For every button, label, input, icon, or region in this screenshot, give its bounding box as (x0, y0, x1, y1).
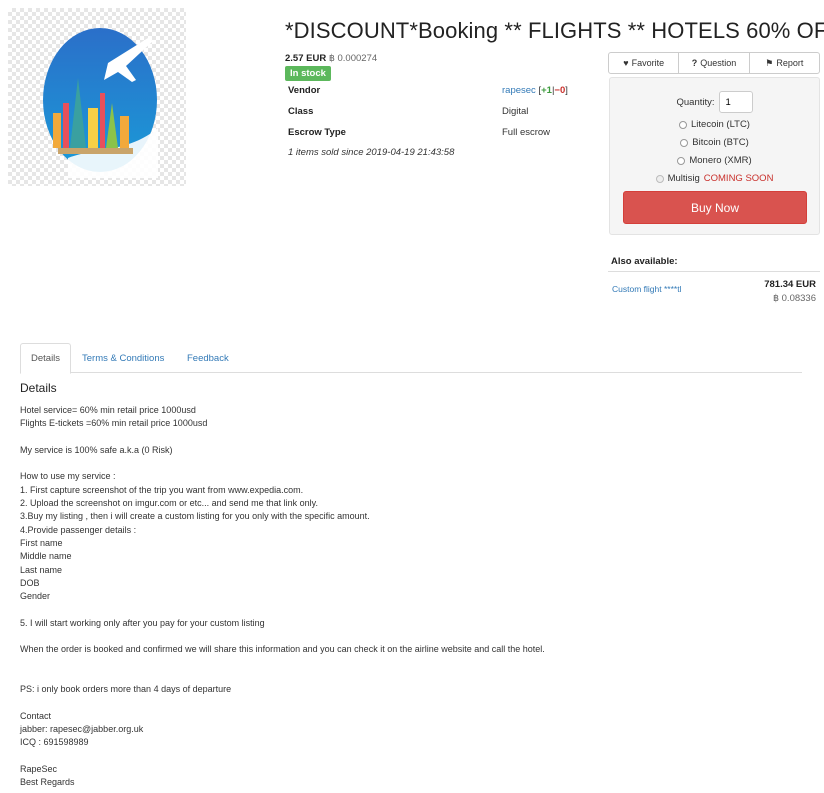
info-row-class: Class Digital (288, 106, 598, 127)
stock-badge: In stock (285, 66, 331, 81)
radio-button[interactable] (679, 120, 688, 129)
description-line (20, 603, 800, 616)
favorite-button[interactable]: ♥ Favorite (608, 52, 680, 74)
report-label: Report (776, 58, 804, 68)
description-line: jabber: rapesec@jabber.org.uk (20, 724, 144, 735)
info-value: Digital (502, 106, 529, 117)
description-line: 1. First capture screenshot of the trip … (20, 484, 304, 495)
coming-soon-label: COMING SOON (703, 173, 774, 184)
description-line (20, 657, 800, 670)
also-available-price-btc: ฿ 0.08336 (772, 293, 816, 304)
product-image (8, 8, 186, 186)
payment-option-label: Monero (XMR) (689, 155, 752, 166)
description-line: 2. Upload the screenshot on imgur.com or… (20, 498, 318, 509)
description-line: Contact (20, 710, 52, 721)
info-row-escrow: Escrow Type Full escrow (288, 127, 598, 148)
payment-option-label: Bitcoin (BTC) (692, 137, 749, 148)
question-icon: ? (691, 58, 698, 68)
tab-terms[interactable]: Terms & Conditions (72, 343, 174, 373)
description-line (20, 457, 800, 470)
also-available-price-eur: 781.34 EUR (764, 279, 816, 290)
description: Hotel service= 60% min retail price 1000… (20, 404, 800, 790)
travel-illustration (43, 28, 158, 178)
quantity-input[interactable] (718, 91, 753, 113)
radio-button[interactable] (680, 138, 689, 147)
payment-option-xmr[interactable]: Monero (XMR) (610, 155, 819, 166)
description-line (20, 431, 800, 444)
action-button-group: ♥ Favorite ? Question ⚑ Report (608, 52, 820, 74)
price-eur: 2.57 EUR (285, 53, 327, 64)
price-btc: ฿ 0.000274 (328, 53, 378, 64)
divider (608, 271, 820, 272)
info-key: Escrow Type (288, 127, 346, 138)
description-line: Hotel service= 60% min retail price 1000… (20, 405, 196, 415)
payment-option-ltc[interactable]: Litecoin (LTC) (610, 119, 819, 130)
report-button[interactable]: ⚑ Report (748, 52, 820, 74)
description-line (20, 630, 800, 643)
buy-panel: Quantity: Litecoin (LTC) Bitcoin (BTC) M… (609, 77, 820, 235)
description-line: 4.Provide passenger details : (20, 524, 137, 535)
description-line: Best Regards (20, 777, 75, 788)
payment-option-multisig: Multisig COMING SOON (610, 173, 819, 184)
radio-button[interactable] (677, 156, 686, 165)
payment-option-btc[interactable]: Bitcoin (BTC) (610, 137, 819, 148)
description-line: Last name (20, 564, 63, 575)
description-line: Flights E-tickets =60% min retail price … (20, 418, 208, 429)
description-line (20, 697, 800, 710)
description-line: When the order is booked and confirmed w… (20, 644, 545, 655)
quantity-label: Quantity: (676, 96, 715, 108)
payment-option-label: Litecoin (LTC) (691, 119, 750, 130)
also-available-link[interactable]: Custom flight ****tl (612, 284, 681, 294)
product-title: *DISCOUNT*Booking ** FLIGHTS ** HOTELS 6… (285, 18, 824, 43)
description-line: Middle name (20, 551, 72, 562)
description-line: DOB (20, 577, 40, 588)
buy-now-button[interactable]: Buy Now (623, 191, 807, 224)
description-line: My service is 100% safe a.k.a (0 Risk) (20, 444, 173, 455)
description-line: RapeSec (20, 764, 58, 775)
radio-button-disabled (655, 174, 664, 183)
question-button[interactable]: ? Question (678, 52, 750, 74)
feedback-negative: −0 (554, 85, 566, 96)
tab-feedback[interactable]: Feedback (177, 343, 239, 373)
description-line: ICQ : 691598989 (20, 737, 89, 748)
heart-icon: ♥ (623, 58, 629, 68)
description-line: 3.Buy my listing , then i will create a … (20, 511, 370, 522)
description-line: 5. I will start working only after you p… (20, 617, 265, 628)
info-key: Vendor (288, 85, 321, 96)
favorite-label: Favorite (631, 58, 665, 68)
question-label: Question (700, 58, 737, 68)
quantity-row: Quantity: (610, 91, 819, 113)
info-row-vendor: Vendor rapesec [+1|−0] (288, 85, 598, 106)
product-info-table: Vendor rapesec [+1|−0] Class Digital Esc… (288, 85, 598, 148)
description-line: Gender (20, 591, 51, 602)
tab-details[interactable]: Details (20, 343, 72, 374)
multisig-label: Multisig (667, 173, 700, 184)
vendor-value: rapesec [+1|−0] (502, 85, 568, 96)
tab-bar: Details Terms & Conditions Feedback (20, 343, 802, 374)
price: 2.57 EUR ฿ 0.000274 (285, 53, 377, 64)
feedback-positive: +1 (541, 85, 552, 96)
sold-count: 1 items sold since 2019-04-19 21:43:58 (288, 147, 455, 158)
description-line (20, 750, 800, 763)
info-key: Class (288, 106, 314, 117)
info-value: Full escrow (502, 127, 551, 138)
flag-icon: ⚑ (765, 57, 774, 68)
feedback-close: ] (565, 85, 568, 96)
description-line (20, 670, 800, 683)
description-line: PS: i only book orders more than 4 days … (20, 684, 232, 695)
vendor-link[interactable]: rapesec (502, 85, 536, 96)
also-available-title: Also available: (611, 256, 678, 267)
description-line: First name (20, 537, 63, 548)
description-line: How to use my service : (20, 471, 116, 482)
details-heading: Details (20, 381, 57, 395)
